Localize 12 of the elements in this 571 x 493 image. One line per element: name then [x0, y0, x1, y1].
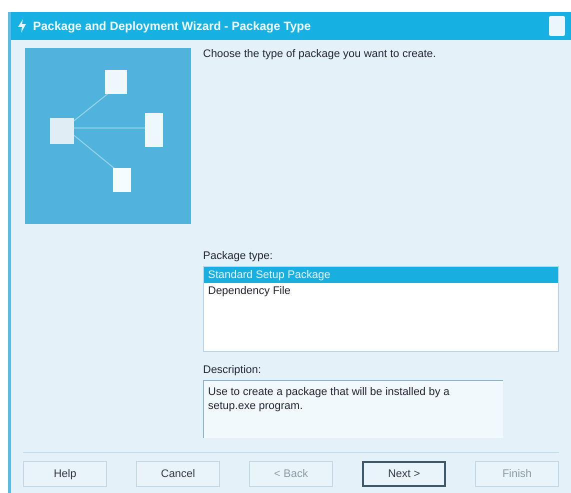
window-title: Package and Deployment Wizard - Package Type — [33, 19, 312, 33]
package-type-label: Package type: — [203, 250, 274, 262]
description-label: Description: — [203, 364, 262, 376]
wizard-button[interactable]: Next > — [362, 461, 446, 487]
wizard-icon — [17, 18, 27, 34]
wizard-button[interactable]: Cancel — [136, 461, 220, 487]
prompt-text: Choose the type of package you want to create. — [203, 48, 437, 60]
package-type-list[interactable]: Standard Setup Package Dependency File — [203, 266, 559, 352]
wizard-button[interactable]: Help — [23, 461, 107, 487]
list-item[interactable]: Dependency File — [204, 283, 558, 299]
description-text: Use to create a package that will be installed by a setup.exe program. — [203, 380, 503, 438]
close-button[interactable] — [549, 16, 565, 36]
